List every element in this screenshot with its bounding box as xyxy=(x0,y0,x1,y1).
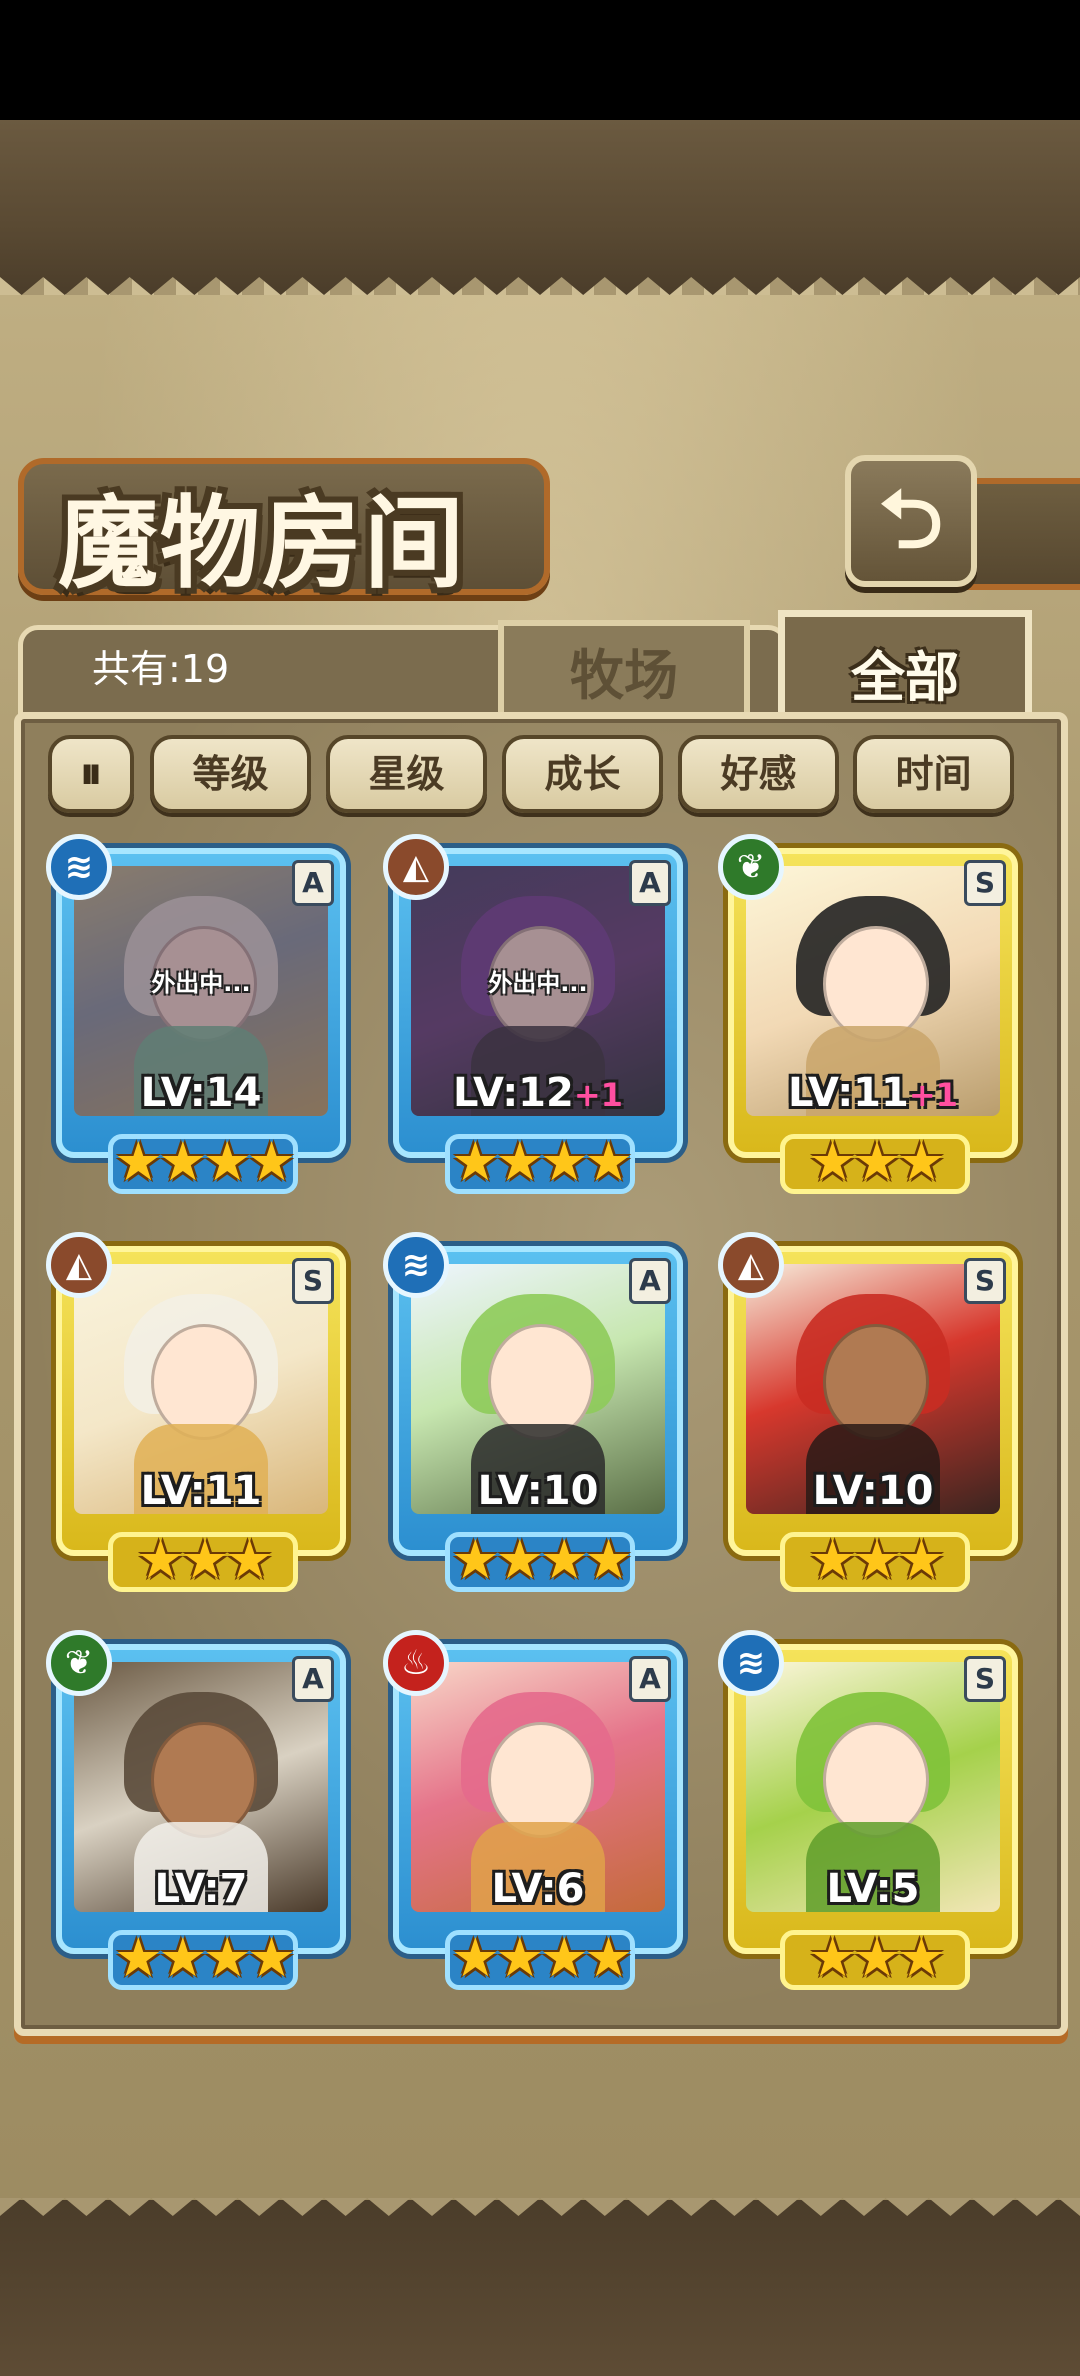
monster-card[interactable]: A ❦ LV:7 ★★★★ xyxy=(46,1630,348,2004)
away-status: 外出中... xyxy=(488,969,588,997)
star-rating: ★★★ xyxy=(808,1528,945,1591)
status-bar xyxy=(0,0,1080,120)
map-background-top xyxy=(0,120,1080,295)
page-title: 魔物房间 xyxy=(58,485,466,602)
monster-count: 共有:19 xyxy=(92,647,230,691)
rank-badge: A xyxy=(292,1656,334,1702)
monster-level: LV:7 xyxy=(154,1866,248,1912)
water-element-icon: ≋ xyxy=(718,1630,784,1696)
filter-growth-button[interactable]: 成长 xyxy=(502,735,663,813)
wind-element-icon: ❦ xyxy=(46,1630,112,1696)
rank-badge: S xyxy=(964,860,1006,906)
monster-level: LV:11+1 xyxy=(788,1070,958,1116)
monster-level: LV:11 xyxy=(140,1468,262,1514)
rank-badge: A xyxy=(629,860,671,906)
star-rating: ★★★ xyxy=(808,1926,945,1989)
monster-level: LV:10 xyxy=(812,1468,934,1514)
monster-card[interactable]: S ≋ LV:5 ★★★ xyxy=(718,1630,1020,2004)
wind-element-icon: ❦ xyxy=(718,834,784,900)
back-button[interactable]: ⮌ xyxy=(845,455,977,587)
earth-element-icon: ◭ xyxy=(718,1232,784,1298)
return-arrow-icon: ⮌ xyxy=(878,473,944,566)
tab-all[interactable]: 全部 xyxy=(778,610,1032,727)
star-rating: ★★★★ xyxy=(451,1926,633,1989)
rank-badge: A xyxy=(292,860,334,906)
rank-badge: S xyxy=(292,1258,334,1304)
monster-level: LV:10 xyxy=(477,1468,599,1514)
star-rating: ★★★★ xyxy=(451,1528,633,1591)
monster-card[interactable]: 外出中... A ≋ LV:14 ★★★★ xyxy=(46,834,348,1208)
monster-level: LV:14 xyxy=(140,1070,262,1116)
rank-badge: A xyxy=(629,1656,671,1702)
water-element-icon: ≋ xyxy=(383,1232,449,1298)
monster-card[interactable]: S ❦ LV:11+1 ★★★ xyxy=(718,834,1020,1208)
filter-affection-button[interactable]: 好感 xyxy=(678,735,839,813)
monster-card[interactable]: S ◭ LV:11 ★★★ xyxy=(46,1232,348,1606)
map-background-bottom xyxy=(0,2200,1080,2376)
monster-level: LV:6 xyxy=(491,1866,585,1912)
away-status: 外出中... xyxy=(151,969,251,997)
filter-star-button[interactable]: 星级 xyxy=(326,735,487,813)
rank-badge: S xyxy=(964,1656,1006,1702)
filter-level-button[interactable]: 等级 xyxy=(150,735,311,813)
monster-card[interactable]: A ≋ LV:10 ★★★★ xyxy=(383,1232,685,1606)
monster-card[interactable]: S ◭ LV:10 ★★★ xyxy=(718,1232,1020,1606)
earth-element-icon: ◭ xyxy=(383,834,449,900)
tab-farm[interactable]: 牧场 xyxy=(498,620,750,714)
star-rating: ★★★★ xyxy=(451,1130,633,1193)
monster-level: LV:12+1 xyxy=(453,1070,623,1116)
water-element-icon: ≋ xyxy=(46,834,112,900)
rank-badge: A xyxy=(629,1258,671,1304)
sort-order-button[interactable]: ⏸ xyxy=(48,735,134,813)
monster-card[interactable]: A ♨ LV:6 ★★★★ xyxy=(383,1630,685,2004)
star-rating: ★★★★ xyxy=(114,1926,296,1989)
star-rating: ★★★★ xyxy=(114,1130,296,1193)
sort-order-icon: ⏸ xyxy=(80,748,102,799)
rank-badge: S xyxy=(964,1258,1006,1304)
earth-element-icon: ◭ xyxy=(46,1232,112,1298)
star-rating: ★★★ xyxy=(136,1528,273,1591)
fire-element-icon: ♨ xyxy=(383,1630,449,1696)
monster-card[interactable]: 外出中... A ◭ LV:12+1 ★★★★ xyxy=(383,834,685,1208)
star-rating: ★★★ xyxy=(808,1130,945,1193)
monster-level: LV:5 xyxy=(826,1866,920,1912)
filter-time-button[interactable]: 时间 xyxy=(853,735,1014,813)
